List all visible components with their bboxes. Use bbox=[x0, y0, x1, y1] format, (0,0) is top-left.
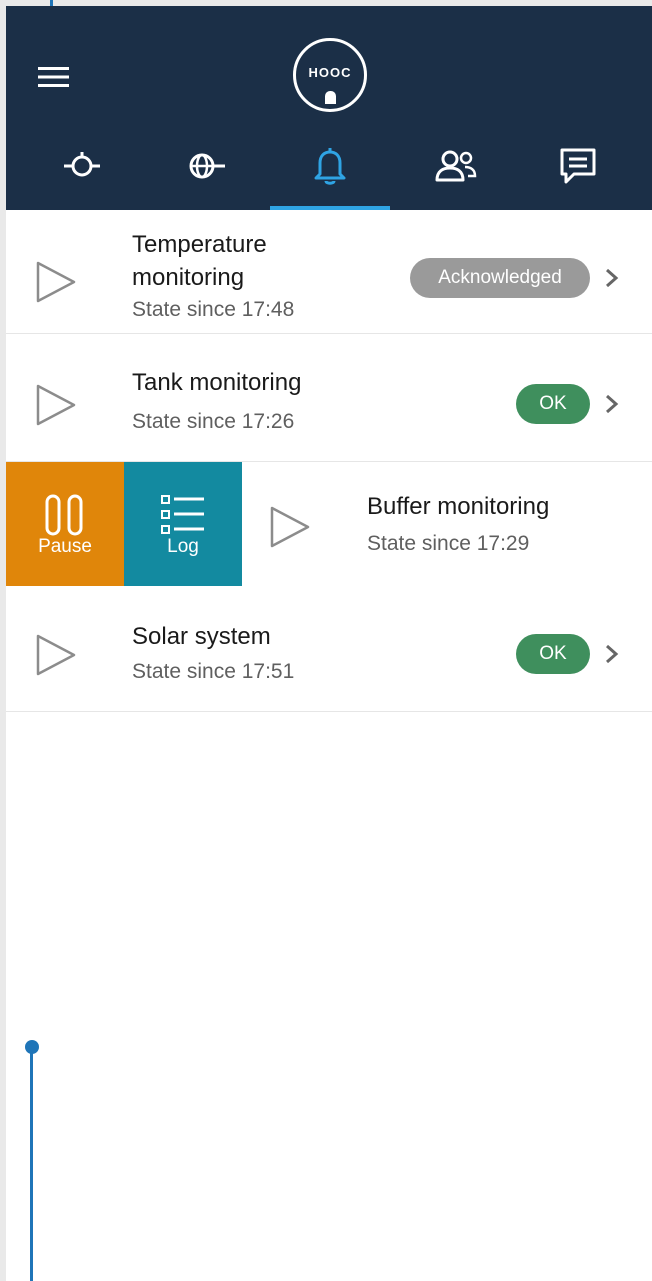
status-badge-acknowledged: Acknowledged bbox=[410, 258, 590, 298]
tab-users[interactable] bbox=[394, 136, 514, 210]
pause-label: Pause bbox=[38, 536, 92, 557]
list-icon bbox=[161, 495, 204, 534]
tab-network[interactable] bbox=[146, 136, 266, 210]
bell-icon bbox=[314, 148, 346, 185]
alarm-row-tank[interactable]: Tank monitoring State since 17:26 OK bbox=[6, 338, 652, 462]
chevron-right-icon bbox=[606, 644, 619, 664]
alarm-subtitle: State since 17:26 bbox=[132, 410, 295, 433]
alarm-row-buffer-swiped[interactable]: Pause Log Buffer monitoring State since … bbox=[6, 462, 652, 586]
alarm-row-temperature[interactable]: Temperature monitoring State since 17:48… bbox=[6, 210, 652, 334]
alarm-subtitle: State since 17:29 bbox=[367, 532, 530, 555]
pause-action-button[interactable]: Pause bbox=[6, 462, 124, 586]
hooc-logo: HOOC bbox=[293, 38, 367, 112]
play-icon bbox=[36, 384, 76, 426]
log-action-button[interactable]: Log bbox=[124, 462, 242, 586]
app-header: HOOC bbox=[6, 6, 652, 210]
alarm-subtitle: State since 17:48 bbox=[132, 298, 295, 321]
logo-text: HOOC bbox=[308, 65, 352, 80]
chevron-right-icon bbox=[606, 268, 619, 288]
hamburger-menu-icon bbox=[38, 67, 69, 87]
chevron-right-icon bbox=[606, 394, 619, 414]
alarm-title: Buffer monitoring bbox=[367, 493, 550, 520]
users-icon bbox=[435, 150, 477, 182]
tab-messages[interactable] bbox=[518, 136, 638, 210]
log-label: Log bbox=[167, 536, 199, 557]
pause-icon bbox=[45, 494, 83, 536]
status-badge-ok: OK bbox=[516, 384, 590, 424]
alarm-row-solar[interactable]: Solar system State since 17:51 OK bbox=[6, 588, 652, 712]
device-icon bbox=[64, 152, 100, 177]
app-screen: HOOC Temperature monitoring State since … bbox=[6, 6, 652, 1281]
globe-icon bbox=[189, 153, 225, 179]
play-icon bbox=[36, 634, 76, 676]
alarm-title: Tank monitoring bbox=[132, 369, 302, 396]
status-badge-ok: OK bbox=[516, 634, 590, 674]
alarm-title: Solar system bbox=[132, 623, 271, 650]
play-icon bbox=[36, 261, 76, 303]
alarm-subtitle: State since 17:51 bbox=[132, 660, 295, 683]
chat-icon bbox=[560, 148, 596, 184]
tab-alarms[interactable] bbox=[270, 136, 390, 210]
logo-mark bbox=[325, 91, 336, 104]
alarm-title: Temperature monitoring bbox=[132, 231, 267, 291]
menu-button[interactable] bbox=[36, 64, 72, 90]
annotation-line-bottom bbox=[30, 1048, 33, 1281]
play-icon bbox=[270, 506, 310, 548]
tab-devices[interactable] bbox=[22, 136, 142, 210]
